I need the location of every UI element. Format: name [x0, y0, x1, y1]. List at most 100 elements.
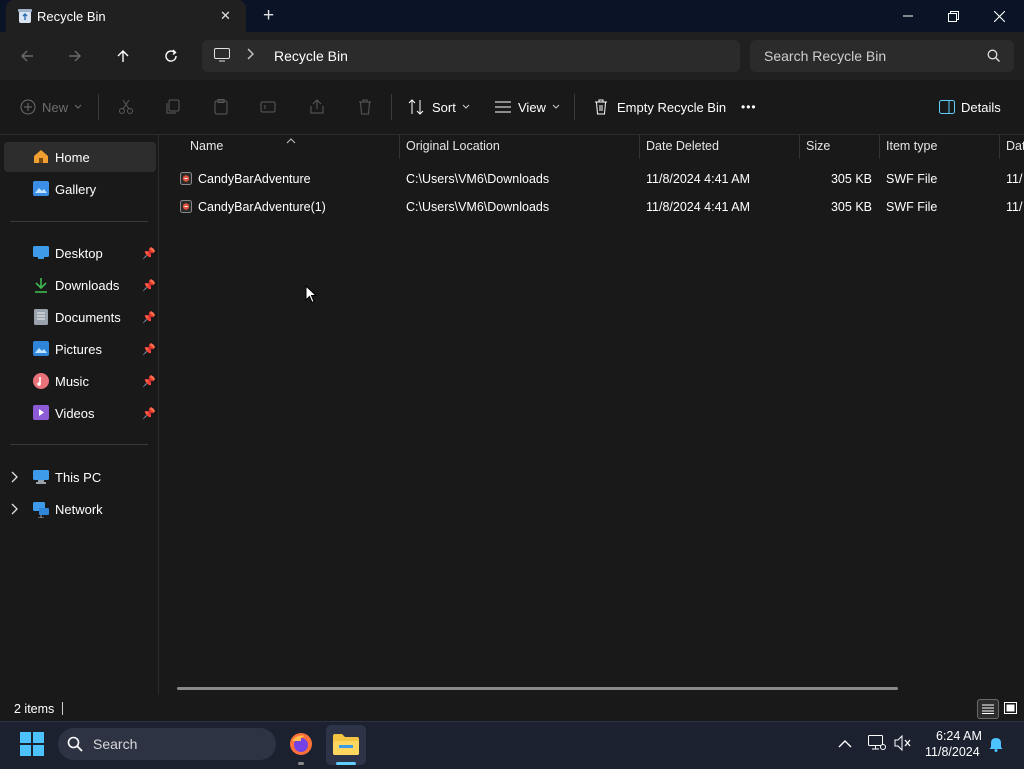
column-header-name[interactable]: Name: [190, 139, 223, 153]
share-icon[interactable]: [309, 99, 325, 118]
delete-icon[interactable]: [357, 99, 373, 118]
restore-button[interactable]: [930, 0, 976, 32]
videos-icon: [33, 405, 49, 423]
mouse-cursor-icon: [305, 284, 318, 307]
close-tab-button[interactable]: ✕: [220, 8, 231, 24]
column-header-item-type[interactable]: Item type: [886, 139, 937, 153]
sidebar-item-label: Pictures: [55, 342, 102, 357]
pin-icon[interactable]: 📌: [142, 311, 156, 324]
file-original-location: C:\Users\VM6\Downloads: [406, 172, 550, 186]
close-window-button[interactable]: [976, 0, 1022, 32]
column-divider[interactable]: [999, 135, 1000, 159]
details-pane-icon: [939, 100, 955, 114]
file-name: CandyBarAdventure(1): [198, 200, 326, 214]
column-header-date-modified[interactable]: Dat: [1006, 139, 1024, 153]
divider: [10, 221, 148, 222]
copy-icon[interactable]: [165, 99, 181, 118]
divider: [574, 94, 575, 120]
notification-bell-icon[interactable]: [989, 736, 1003, 755]
tiles-view-icon: [1003, 702, 1017, 714]
view-button[interactable]: View: [494, 96, 560, 118]
paste-icon[interactable]: [213, 99, 229, 118]
volume-muted-icon[interactable]: [894, 734, 912, 754]
new-tab-button[interactable]: +: [263, 5, 274, 27]
empty-recycle-bin-label: Empty Recycle Bin: [617, 99, 727, 115]
home-icon: [33, 149, 49, 167]
pin-icon[interactable]: 📌: [142, 279, 156, 292]
column-divider[interactable]: [639, 135, 640, 159]
sort-icon: [408, 99, 424, 115]
search-placeholder: Search Recycle Bin: [764, 48, 887, 64]
column-divider[interactable]: [879, 135, 880, 159]
up-button[interactable]: [106, 42, 140, 70]
view-icon: [495, 101, 511, 113]
file-date-deleted: 11/8/2024 4:41 AM: [646, 172, 751, 186]
clock-date[interactable]: 11/8/2024: [925, 745, 980, 759]
sort-label: Sort: [432, 99, 456, 115]
taskbar-search-label: Search: [93, 736, 138, 752]
sidebar-item-label: Home: [55, 150, 90, 165]
sidebar-item-label: Videos: [55, 406, 95, 421]
file-size: 305 KB: [830, 172, 872, 186]
forward-button[interactable]: [58, 42, 92, 70]
pin-icon[interactable]: 📌: [142, 407, 156, 420]
desktop-icon: [33, 246, 49, 262]
column-divider[interactable]: [799, 135, 800, 159]
taskbar-search[interactable]: [58, 728, 276, 760]
file-date-modified: 11/: [1006, 200, 1023, 214]
expand-chevron-icon[interactable]: [11, 471, 19, 486]
column-divider[interactable]: [399, 135, 400, 159]
search-icon[interactable]: [987, 49, 1000, 65]
rename-icon[interactable]: [260, 99, 276, 118]
refresh-button[interactable]: [154, 42, 188, 70]
cut-icon[interactable]: [118, 99, 134, 118]
sidebar-item-label: Network: [55, 502, 103, 517]
view-label: View: [518, 99, 546, 115]
details-view-button[interactable]: [977, 699, 999, 719]
file-name: CandyBarAdventure: [198, 172, 311, 186]
file-item-type: SWF File: [886, 200, 938, 214]
divider: [10, 444, 148, 445]
swf-file-icon: [180, 172, 192, 188]
clock-time[interactable]: 6:24 AM: [936, 729, 982, 743]
search-icon: [67, 736, 83, 755]
details-label: Details: [961, 99, 1001, 115]
empty-recycle-bin-button[interactable]: Empty Recycle Bin: [593, 96, 726, 118]
item-count: 2 items: [14, 702, 55, 716]
chevron-right-icon: [247, 48, 255, 63]
start-button[interactable]: [20, 732, 44, 759]
sidebar-item-label: Gallery: [55, 182, 97, 197]
sort-button[interactable]: Sort: [408, 96, 470, 118]
pin-icon[interactable]: 📌: [142, 375, 156, 388]
expand-chevron-icon[interactable]: [11, 503, 19, 518]
file-item-type: SWF File: [886, 172, 938, 186]
status-bar: [0, 695, 1024, 721]
windows-logo-icon: [20, 732, 44, 756]
plus-circle-icon: [20, 99, 36, 115]
swf-file-icon: [180, 200, 192, 216]
chevron-up-icon[interactable]: [838, 737, 852, 752]
downloads-icon: [33, 277, 49, 296]
column-header-size[interactable]: Size: [806, 139, 830, 153]
horizontal-scrollbar[interactable]: [177, 687, 898, 690]
breadcrumb-recycle-bin[interactable]: Recycle Bin: [274, 48, 348, 64]
computer-icon: [214, 48, 230, 65]
minimize-button[interactable]: [885, 0, 931, 32]
firefox-icon[interactable]: [289, 732, 313, 759]
network-icon: [33, 502, 49, 521]
back-button[interactable]: [10, 42, 44, 70]
details-pane-button[interactable]: Details: [939, 96, 1001, 118]
new-button[interactable]: New: [20, 96, 82, 118]
file-date-deleted: 11/8/2024 4:41 AM: [646, 200, 751, 214]
pin-icon[interactable]: 📌: [142, 343, 156, 356]
pin-icon[interactable]: 📌: [142, 247, 156, 260]
column-header-date-deleted[interactable]: Date Deleted: [646, 139, 719, 153]
this-pc-icon: [33, 470, 49, 487]
tiles-view-button[interactable]: [1000, 699, 1020, 717]
more-options-button[interactable]: •••: [741, 100, 757, 114]
tab-title: Recycle Bin: [37, 9, 106, 24]
network-status-icon[interactable]: [868, 735, 886, 754]
music-icon: [33, 373, 49, 392]
divider: [391, 94, 392, 120]
column-header-original-location[interactable]: Original Location: [406, 139, 500, 153]
